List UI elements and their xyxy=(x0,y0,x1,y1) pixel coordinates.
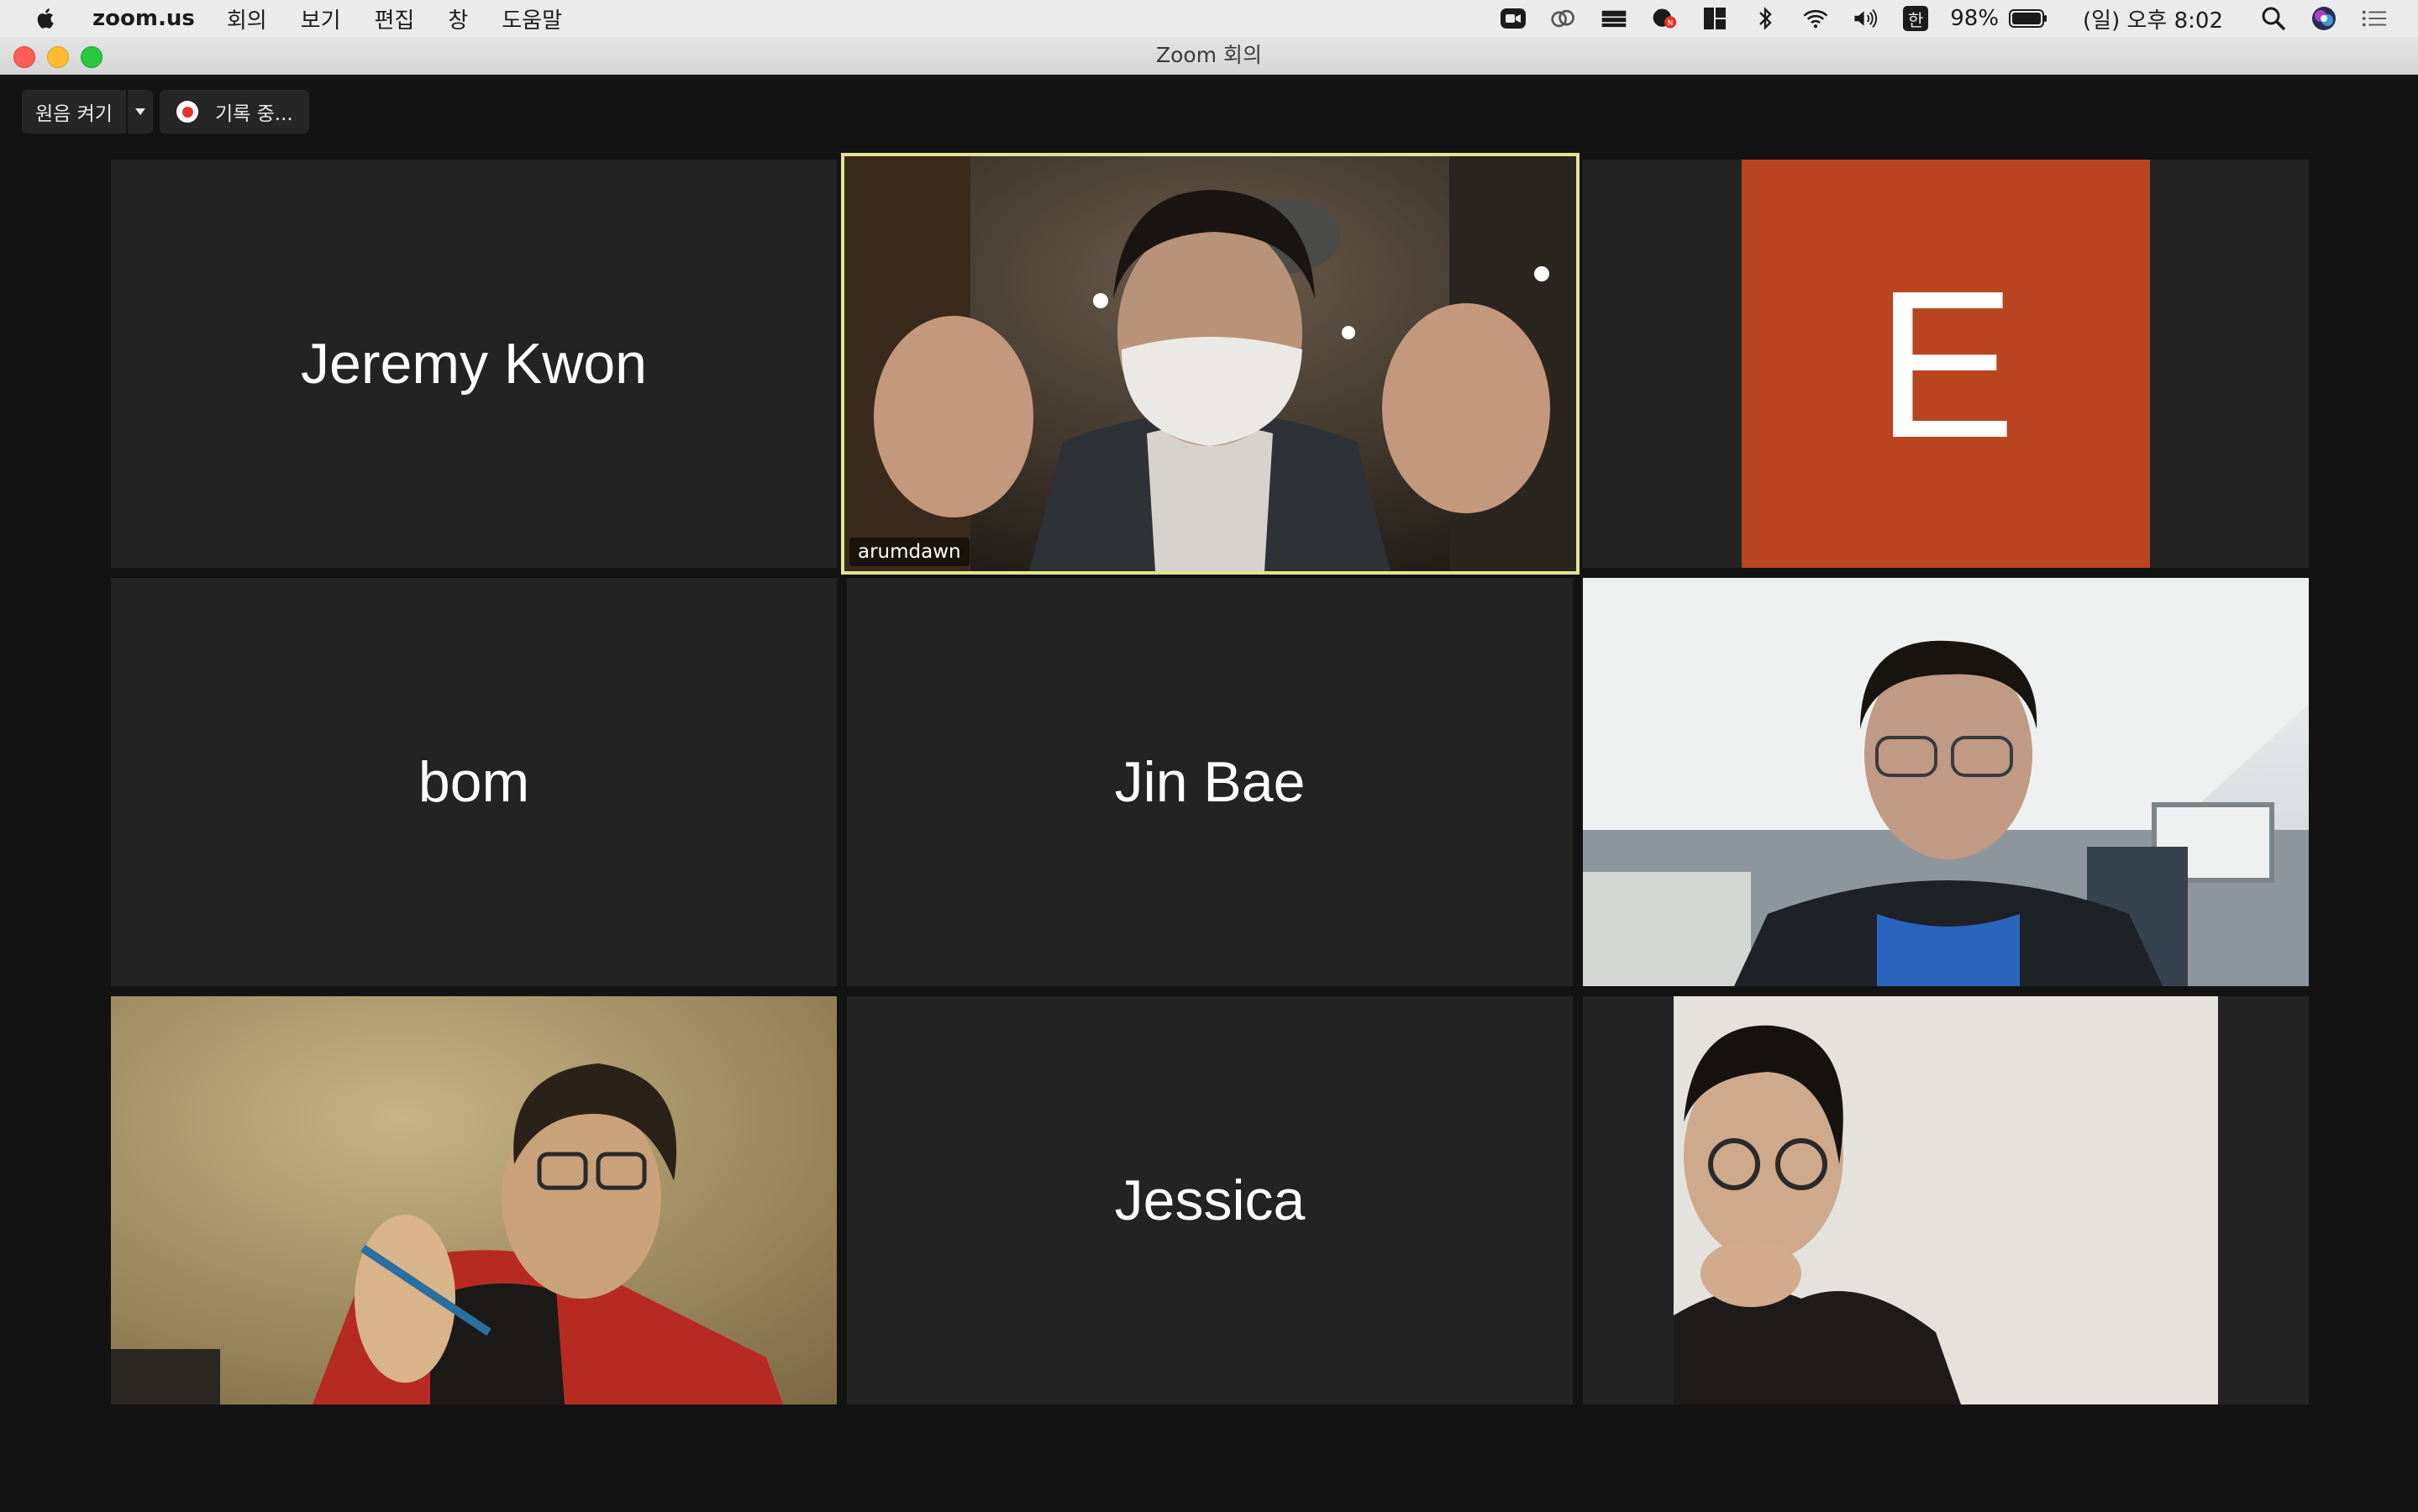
siri-icon[interactable] xyxy=(2310,6,2337,31)
menubar-clock[interactable]: (일) 오후 8:02 xyxy=(2083,3,2223,34)
participant-tile-jessica[interactable]: Jessica xyxy=(847,996,1573,1404)
menu-app-name[interactable]: zoom.us xyxy=(92,6,195,31)
participant-tile-jeremy-kwon[interactable]: Jeremy Kwon xyxy=(111,160,837,568)
participant-tile-jin-bae[interactable]: Jin Bae xyxy=(847,578,1573,986)
input-method-indicator[interactable]: 한 xyxy=(1903,6,1929,31)
drive-icon[interactable] xyxy=(1601,6,1627,31)
participant-tile-video-1[interactable] xyxy=(1583,578,2309,986)
apple-icon[interactable] xyxy=(34,6,59,31)
participant-name: Jin Bae xyxy=(1114,750,1306,814)
menu-help[interactable]: 도움말 xyxy=(502,3,562,34)
participant-video xyxy=(844,156,1576,571)
zoom-icon[interactable] xyxy=(1500,6,1527,31)
wifi-icon[interactable] xyxy=(1802,6,1829,31)
menu-bar: zoom.us 회의 보기 편집 창 도움말 N 한 98% (일) 오후 8:… xyxy=(0,0,2418,37)
participant-avatar: E xyxy=(1742,160,2150,568)
menu-edit[interactable]: 편집 xyxy=(375,3,415,34)
svg-text:N: N xyxy=(1668,19,1674,28)
creative-cloud-icon[interactable] xyxy=(1550,6,1577,31)
control-center-icon[interactable] xyxy=(2361,6,2388,31)
caret-down-icon xyxy=(135,108,145,115)
layout-icon[interactable] xyxy=(1701,6,1728,31)
spotlight-search-icon[interactable] xyxy=(2260,6,2287,31)
participant-tile-bom[interactable]: bom xyxy=(111,578,837,986)
participant-video xyxy=(1583,996,2309,1404)
original-sound-dropdown-button[interactable] xyxy=(128,90,153,134)
volume-icon[interactable] xyxy=(1853,6,1879,31)
original-sound-control: 원음 켜기 xyxy=(22,90,153,134)
original-sound-button[interactable]: 원음 켜기 xyxy=(22,90,126,134)
menu-window[interactable]: 창 xyxy=(448,3,468,34)
bluetooth-icon[interactable] xyxy=(1752,6,1779,31)
window-title: Zoom 회의 xyxy=(1155,43,1263,67)
participant-name-tag: arumdawn xyxy=(849,538,970,566)
participant-name: Jeremy Kwon xyxy=(301,332,647,396)
participant-video xyxy=(111,996,837,1404)
participant-name: bom xyxy=(418,750,530,814)
menu-view[interactable]: 보기 xyxy=(301,3,341,34)
participant-name: Jessica xyxy=(1114,1168,1306,1232)
participant-video xyxy=(1583,578,2309,986)
battery-percentage: 98% xyxy=(1950,6,2000,31)
participant-tile-arumdawn[interactable]: arumdawn xyxy=(841,153,1580,575)
recording-indicator[interactable]: 기록 중... xyxy=(160,90,309,134)
window-title-bar: Zoom 회의 xyxy=(0,37,2418,75)
participant-tile-video-3[interactable] xyxy=(1583,996,2309,1404)
record-icon xyxy=(176,101,198,123)
chat-icon[interactable]: N xyxy=(1651,6,1678,31)
participant-tile-video-2[interactable] xyxy=(111,996,837,1404)
menu-meeting[interactable]: 회의 xyxy=(227,3,267,34)
battery-icon[interactable] xyxy=(2009,6,2047,31)
recording-label: 기록 중... xyxy=(215,103,293,125)
